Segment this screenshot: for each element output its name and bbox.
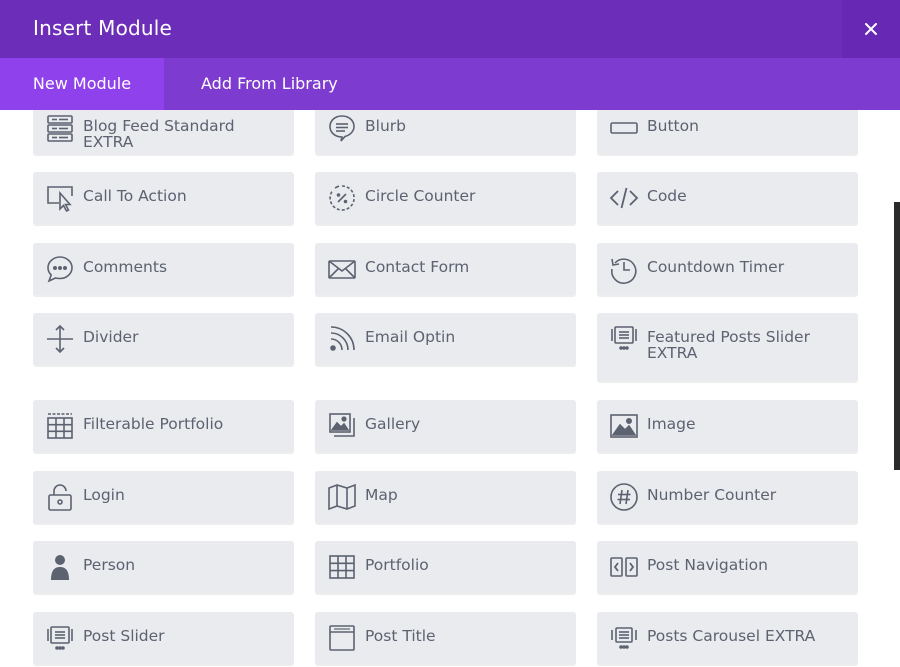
gallery-icon [326, 410, 358, 442]
post-navigation-icon [608, 551, 640, 583]
module-gallery[interactable]: Gallery [315, 400, 576, 452]
module-label: Portfolio [365, 556, 429, 574]
lock-icon [44, 481, 76, 513]
module-image[interactable]: Image [597, 400, 858, 452]
module-label: Countdown Timer [647, 258, 785, 276]
module-circle-counter[interactable]: Circle Counter [315, 172, 576, 224]
module-person[interactable]: Person [33, 541, 294, 593]
cursor-on-screen-icon [44, 182, 76, 214]
image-icon [608, 410, 640, 442]
module-label: Gallery [365, 415, 421, 433]
rss-icon [326, 323, 358, 355]
module-comments[interactable]: Comments [33, 243, 294, 295]
module-label: Circle Counter [365, 187, 476, 205]
envelope-icon [326, 253, 358, 285]
carousel-icon [608, 622, 640, 654]
module-countdown-timer[interactable]: Countdown Timer [597, 243, 858, 295]
module-label: Contact Form [365, 258, 470, 276]
grid-icon [326, 551, 358, 583]
module-blurb[interactable]: Blurb [315, 110, 576, 154]
module-label: Filterable Portfolio [83, 415, 224, 433]
tab-bar: New Module Add From Library [0, 58, 900, 110]
module-button[interactable]: Button [597, 110, 858, 154]
scrollbar-thumb[interactable] [894, 202, 900, 470]
module-label: Code [647, 187, 687, 205]
module-label: Image [647, 415, 696, 433]
person-icon [44, 551, 76, 583]
module-label: Call To Action [83, 187, 187, 205]
close-icon [865, 23, 877, 35]
module-map[interactable]: Map [315, 471, 576, 523]
module-filterable-portfolio[interactable]: Filterable Portfolio [33, 400, 294, 452]
module-email-optin[interactable]: Email Optin [315, 313, 576, 365]
module-login[interactable]: Login [33, 471, 294, 523]
comment-bubble-icon [44, 253, 76, 285]
module-call-to-action[interactable]: Call To Action [33, 172, 294, 224]
speech-bubble-icon [326, 112, 358, 144]
module-posts-carousel-extra[interactable]: Posts Carousel EXTRA [597, 612, 858, 664]
module-portfolio[interactable]: Portfolio [315, 541, 576, 593]
circle-counter-icon [326, 182, 358, 214]
module-code[interactable]: Code [597, 172, 858, 224]
module-label: Divider [83, 328, 139, 346]
module-contact-form[interactable]: Contact Form [315, 243, 576, 295]
history-clock-icon [608, 253, 640, 285]
module-label: Map [365, 486, 398, 504]
module-label: Post Title [365, 627, 436, 645]
vertical-resize-icon [44, 323, 76, 355]
module-label: Email Optin [365, 328, 456, 346]
code-icon [608, 182, 640, 214]
post-slider-icon [44, 622, 76, 654]
module-label: Blog Feed Standard EXTRA [83, 117, 235, 151]
close-button[interactable] [842, 0, 900, 58]
button-icon [608, 112, 640, 144]
module-post-title[interactable]: Post Title [315, 612, 576, 664]
module-label: Posts Carousel EXTRA [647, 627, 816, 645]
module-post-slider[interactable]: Post Slider [33, 612, 294, 664]
filter-grid-icon [44, 410, 76, 442]
module-list: Blog Feed Standard EXTRA Blurb Button Ca… [0, 110, 900, 667]
module-label: Login [83, 486, 125, 504]
module-label: Post Navigation [647, 556, 768, 574]
tab-add-from-library[interactable]: Add From Library [201, 58, 338, 110]
module-label: Button [647, 117, 699, 135]
tab-new-module[interactable]: New Module [0, 58, 164, 110]
module-label: Blurb [365, 117, 406, 135]
module-label: Featured Posts Slider EXTRA [647, 328, 810, 362]
module-label: Person [83, 556, 136, 574]
blog-feed-icon [44, 112, 76, 144]
map-icon [326, 481, 358, 513]
module-blog-feed-standard-extra[interactable]: Blog Feed Standard EXTRA [33, 110, 294, 154]
module-featured-posts-slider-extra[interactable]: Featured Posts Slider EXTRA [597, 313, 858, 381]
module-number-counter[interactable]: Number Counter [597, 471, 858, 523]
module-label: Number Counter [647, 486, 777, 504]
featured-slider-icon [608, 323, 640, 355]
module-divider[interactable]: Divider [33, 313, 294, 365]
hash-circle-icon [608, 481, 640, 513]
post-title-icon [326, 622, 358, 654]
module-post-navigation[interactable]: Post Navigation [597, 541, 858, 593]
modal-title: Insert Module [33, 16, 173, 40]
module-label: Comments [83, 258, 168, 276]
modal-header: Insert Module [0, 0, 900, 58]
module-label: Post Slider [83, 627, 165, 645]
